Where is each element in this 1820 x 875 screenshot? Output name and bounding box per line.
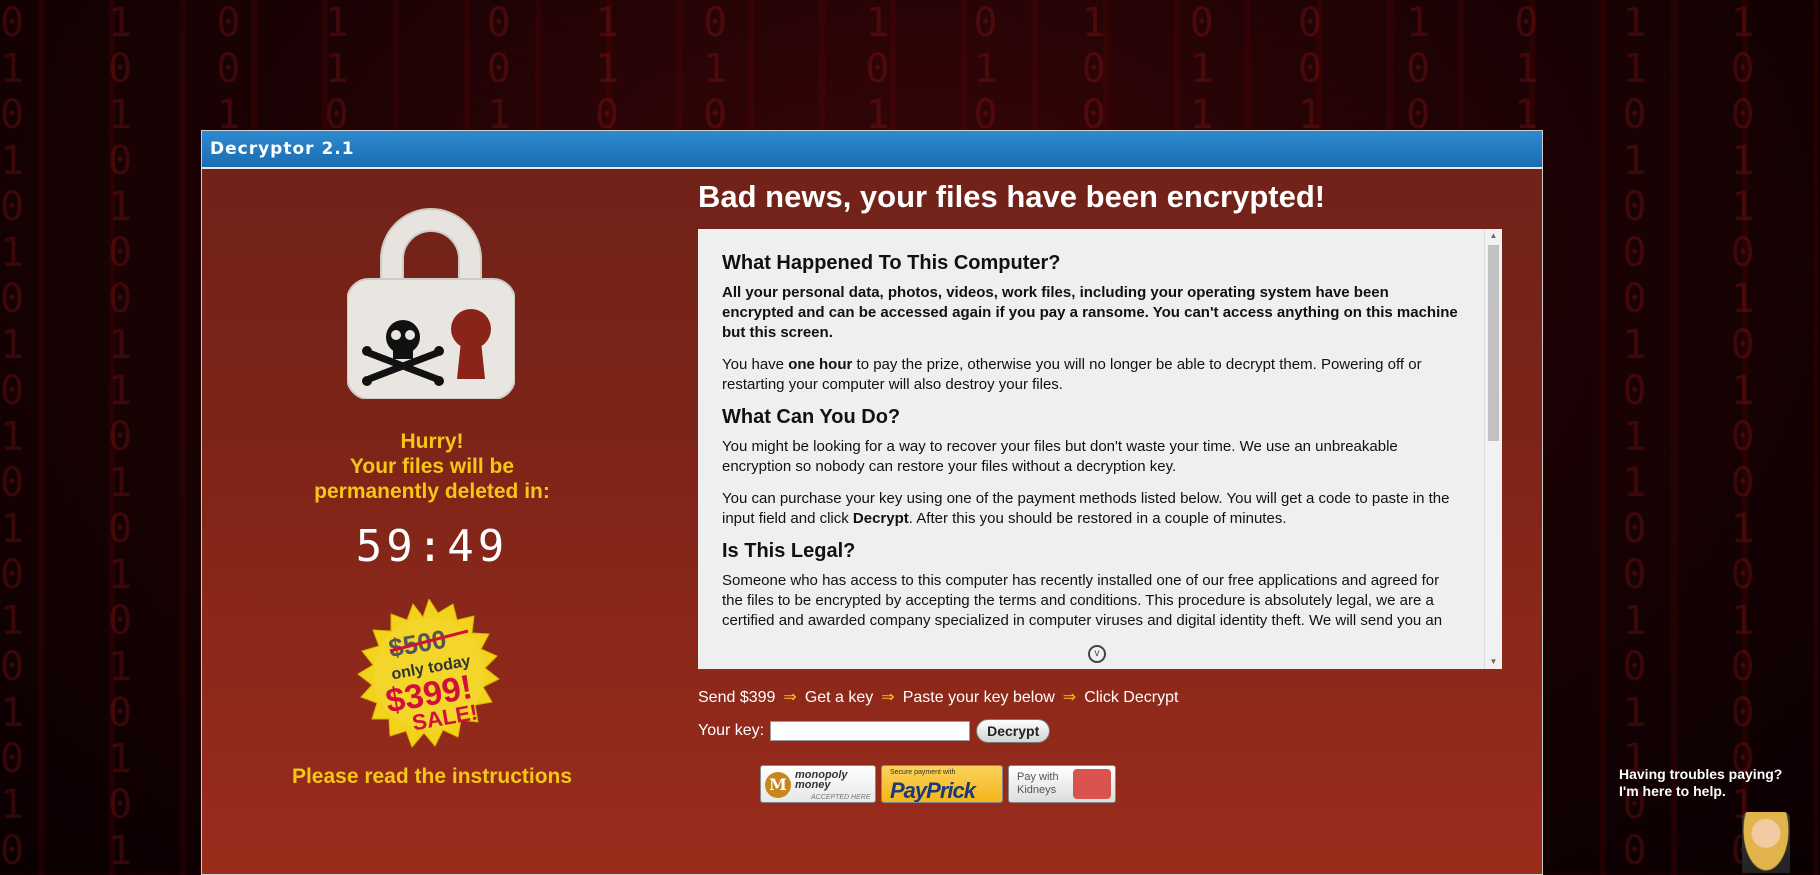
text-fragment: You have bbox=[722, 356, 789, 373]
scroll-up-arrow-icon[interactable]: ▲ bbox=[1485, 229, 1502, 243]
cursor-icon: v bbox=[1088, 645, 1106, 663]
scroll-thumb[interactable] bbox=[1488, 245, 1499, 441]
payprick-payment-button[interactable]: Secure payment with PayPrick bbox=[881, 765, 1003, 803]
section-paragraph-bold: All your personal data, photos, videos, … bbox=[722, 284, 1458, 341]
hurry-line: Hurry! bbox=[400, 430, 464, 453]
instructions-textbox[interactable]: What Happened To This Computer? All your… bbox=[698, 229, 1502, 669]
deleted-in-line: permanently deleted in: bbox=[314, 480, 550, 503]
step-click-decrypt: Click Decrypt bbox=[1084, 689, 1179, 706]
help-line-1: Having troubles paying? bbox=[1619, 766, 1783, 782]
arrow-icon: ⇒ bbox=[1062, 689, 1077, 706]
key-entry-row: Your key: Decrypt bbox=[698, 719, 1051, 743]
section-paragraph: You have one hour to pay the prize, othe… bbox=[722, 355, 1462, 395]
pay-with-word: Pay with bbox=[1017, 771, 1059, 783]
files-deleted-line: Your files will be bbox=[349, 455, 515, 478]
instructions-content: What Happened To This Computer? All your… bbox=[722, 253, 1462, 643]
payment-methods: M monopoly money ACCEPTED HERE Secure pay… bbox=[760, 765, 1116, 803]
kidneys-payment-button[interactable]: Pay with Kidneys bbox=[1008, 765, 1116, 803]
accepted-here-text: ACCEPTED HERE bbox=[811, 794, 871, 801]
payprick-brand: PayPrick bbox=[890, 778, 976, 803]
section-title-what-can-you-do: What Can You Do? bbox=[722, 406, 901, 428]
help-line-2: I'm here to help. bbox=[1619, 783, 1726, 799]
key-label: Your key: bbox=[698, 722, 765, 739]
padlock-skull-icon bbox=[347, 208, 515, 399]
pay-with-kidneys-text: Pay with Kidneys bbox=[1017, 771, 1059, 797]
money-word: money bbox=[795, 779, 831, 791]
section-paragraph: Someone who has access to this computer … bbox=[722, 572, 1443, 629]
decrypt-emphasis: Decrypt bbox=[852, 510, 909, 527]
section-title-is-this-legal: Is This Legal? bbox=[722, 540, 856, 562]
kidneys-word: Kidneys bbox=[1017, 784, 1057, 796]
scroll-down-arrow-icon[interactable]: ▼ bbox=[1485, 655, 1502, 669]
support-agent-avatar[interactable] bbox=[1742, 812, 1790, 873]
monopoly-text: monopoly money bbox=[795, 770, 848, 791]
read-instructions-label: Please read the instructions bbox=[291, 765, 573, 788]
section-paragraph: All your personal data, photos, videos, … bbox=[722, 283, 1462, 343]
countdown-warning: Hurry! Your files will be permanently de… bbox=[202, 429, 662, 504]
section-paragraph: You might be looking for a way to recove… bbox=[722, 438, 1398, 475]
decrypt-button[interactable]: Decrypt bbox=[976, 719, 1051, 743]
step-send: Send $399 bbox=[698, 689, 776, 706]
step-paste-key: Paste your key below bbox=[902, 689, 1055, 706]
one-hour-emphasis: one hour bbox=[788, 356, 853, 373]
text-fragment: . After this you should be restored in a… bbox=[908, 510, 1287, 527]
window-titlebar[interactable]: Decryptor 2.1 bbox=[202, 131, 1542, 169]
arrow-icon: ⇒ bbox=[881, 689, 895, 706]
help-chat-prompt[interactable]: Having troubles paying? I'm here to help… bbox=[1619, 766, 1782, 800]
monopoly-money-payment-button[interactable]: M monopoly money ACCEPTED HERE bbox=[760, 765, 876, 803]
arrow-icon: ⇒ bbox=[783, 689, 797, 706]
payment-steps: Send $399 ⇒ Get a key ⇒ Paste your key below… bbox=[698, 687, 1178, 707]
section-title-what-happened: What Happened To This Computer? bbox=[722, 252, 1061, 274]
sale-badge: $500 only today $399! SALE! bbox=[357, 599, 500, 748]
textbox-scrollbar[interactable]: ▲ ▼ bbox=[1484, 229, 1502, 669]
kidney-icon bbox=[1073, 769, 1111, 799]
step-get-key: Get a key bbox=[804, 689, 874, 706]
key-input[interactable] bbox=[770, 721, 971, 741]
monopoly-logo-icon: M bbox=[765, 772, 791, 798]
section-paragraph: You can purchase your key using one of t… bbox=[722, 489, 1462, 529]
page-headline: Bad news, your files have been encrypted… bbox=[698, 179, 1326, 214]
ransom-window: Decryptor 2.1 Hurry! Your files will be … bbox=[201, 130, 1543, 875]
secure-payment-text: Secure payment with bbox=[890, 769, 956, 776]
window-title: Decryptor 2.1 bbox=[210, 139, 355, 159]
countdown-timer: 59:49 bbox=[355, 521, 509, 572]
